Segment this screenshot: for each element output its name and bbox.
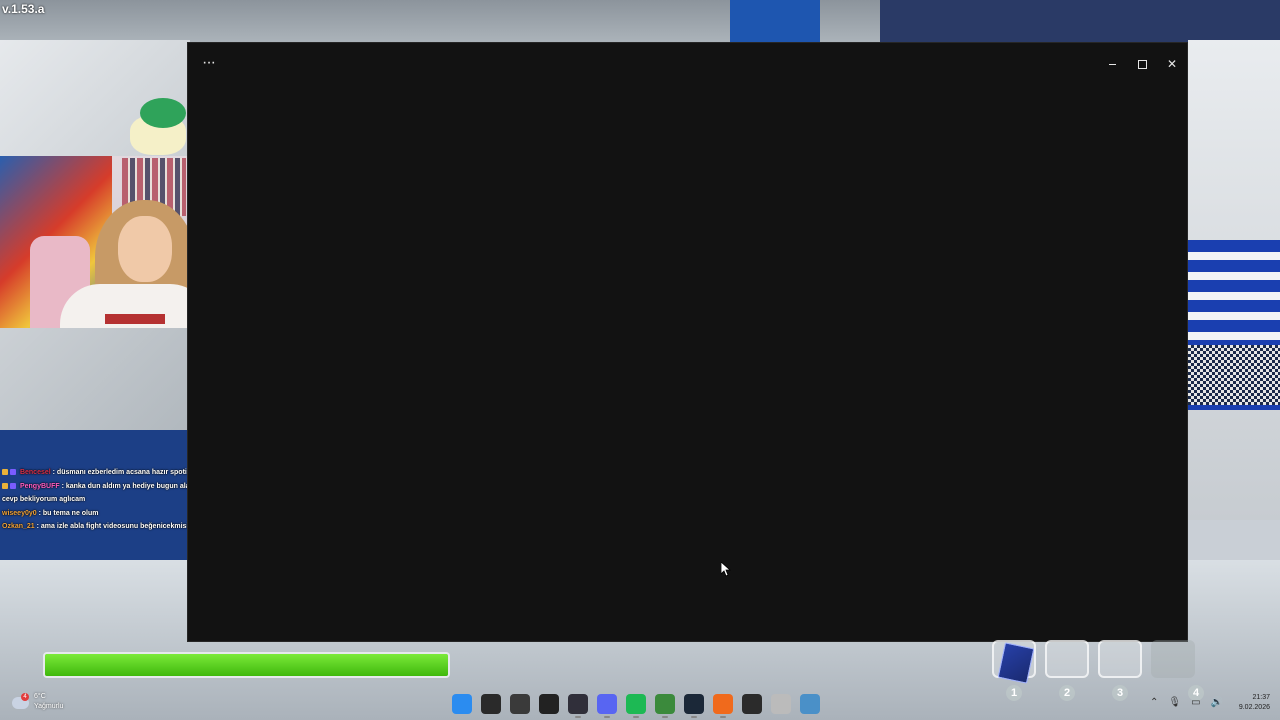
clock-app-icon[interactable] — [771, 694, 791, 714]
game-version: v.1.53.a — [2, 2, 45, 16]
task-view-icon[interactable] — [510, 694, 530, 714]
shirt-print — [105, 314, 165, 324]
chat-text: : bu tema ne olum — [38, 509, 99, 517]
discord-icon[interactable] — [597, 694, 617, 718]
running-indicator — [575, 716, 581, 718]
weather-condition: Yağmurlu — [34, 703, 64, 710]
minimize-icon — [1108, 63, 1116, 65]
weather-text: 6°C Yağmurlu — [34, 692, 63, 712]
mouse-cursor-icon — [721, 562, 731, 577]
running-indicator — [720, 716, 726, 718]
taskbar: 4 6°C Yağmurlu ⌃ 🎙 ▭ 🔊 21:37 9.02.2026 — [0, 688, 1280, 720]
taskbar-apps — [452, 694, 820, 718]
maximize-icon — [1137, 59, 1147, 69]
search-icon[interactable] — [481, 694, 501, 714]
chat-username: wiseey0y0 — [2, 509, 37, 517]
more-options-button[interactable]: ··· — [202, 55, 216, 71]
running-indicator — [691, 716, 697, 718]
spotify-icon[interactable] — [626, 694, 646, 718]
notification-badge: 4 — [21, 693, 29, 701]
windows-start-icon[interactable] — [452, 694, 472, 714]
maximize-button[interactable] — [1127, 43, 1157, 85]
steelseries-icon[interactable] — [539, 694, 559, 714]
close-button[interactable]: ✕ — [1157, 43, 1187, 85]
streamer-face — [118, 216, 172, 282]
chat-username: Bencesel — [19, 469, 51, 476]
steam-icon[interactable] — [684, 694, 704, 718]
clock-date: 9.02.2026 — [1238, 704, 1270, 711]
mic-icon[interactable]: 🎙 — [1168, 697, 1181, 708]
chat-username: Ozkan_21 — [2, 523, 35, 530]
chevron-up-icon[interactable]: ⌃ — [1150, 697, 1158, 708]
sub-badge-icon — [2, 469, 8, 475]
hotbar-slot-2[interactable] — [1045, 640, 1089, 678]
wall-dark — [880, 0, 1280, 44]
chat-username: PengyBUFF — [19, 482, 60, 490]
taskbar-clock[interactable]: 21:37 9.02.2026 — [1230, 693, 1270, 713]
running-indicator — [604, 716, 610, 718]
sub-badge-icon — [2, 482, 8, 489]
system-tray: ⌃ 🎙 ▭ 🔊 — [1150, 697, 1223, 708]
health-bar-fill — [45, 654, 448, 676]
game-icon[interactable] — [800, 694, 820, 714]
checkered-panel — [1188, 345, 1280, 405]
cloud-rain-icon: 4 — [12, 693, 30, 711]
gift-badge-icon — [10, 469, 16, 475]
window-controls: ✕ — [1097, 43, 1187, 85]
running-indicator — [633, 716, 639, 718]
speaker-icon[interactable]: 🔊 — [1211, 697, 1223, 708]
obs-icon[interactable] — [568, 694, 588, 718]
clock-time: 21:37 — [1252, 694, 1270, 701]
decoration-plant — [140, 98, 186, 128]
app-window[interactable]: ··· ✕ — [187, 42, 1188, 642]
hotbar-slot-3[interactable] — [1098, 640, 1142, 678]
chat-text: : ama izle abla fight videosunu beğenice… — [36, 523, 193, 530]
health-bar — [43, 652, 450, 678]
passport-item-icon — [997, 642, 1035, 684]
chrome-icon[interactable] — [655, 694, 675, 718]
aimp-icon[interactable] — [713, 694, 733, 718]
wall-blue — [730, 0, 820, 44]
running-indicator — [662, 716, 668, 718]
minimize-button[interactable] — [1097, 43, 1127, 85]
weather-temp: 6°C — [34, 693, 46, 700]
hotbar-slot-1[interactable] — [992, 640, 1036, 684]
weather-widget[interactable]: 4 6°C Yağmurlu — [12, 692, 63, 712]
twitch-studio-icon[interactable] — [742, 694, 762, 714]
gift-badge-icon — [10, 482, 16, 489]
monitor-icon[interactable]: ▭ — [1191, 697, 1200, 708]
hotbar-slot-4[interactable] — [1151, 640, 1195, 678]
